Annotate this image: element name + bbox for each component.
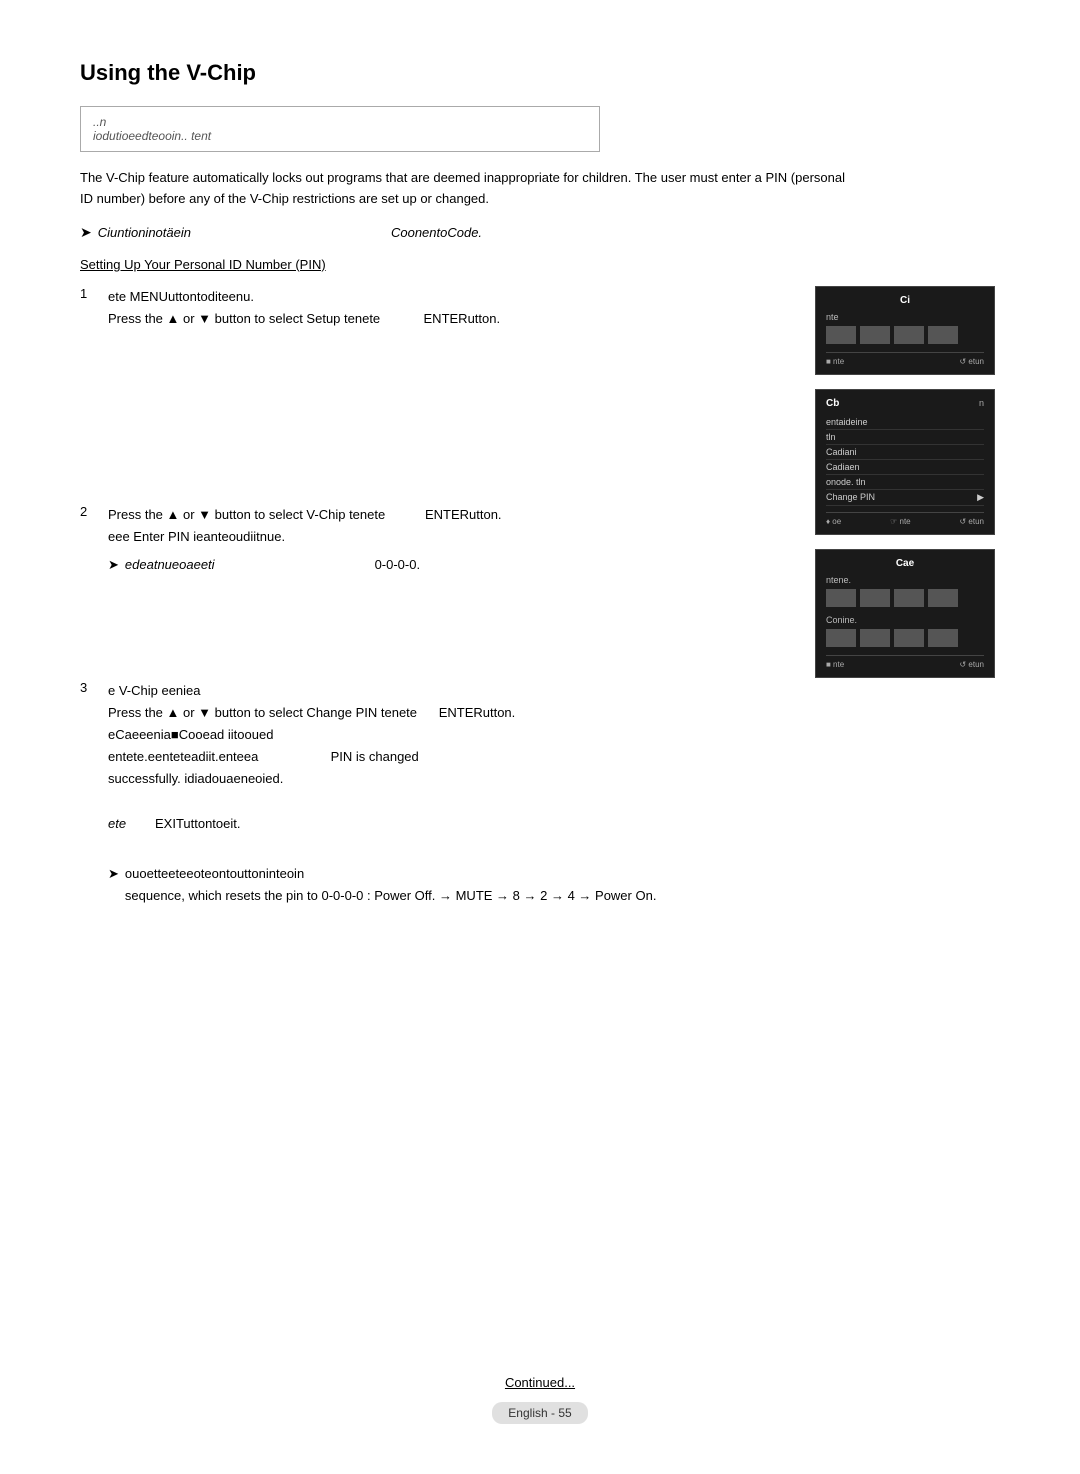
tip1-arrow: ➤ bbox=[80, 224, 92, 241]
step2-number: 2 bbox=[80, 504, 100, 576]
info-line2: iodutioeedteooin.. tent bbox=[93, 129, 587, 143]
pin-confirm-3 bbox=[894, 629, 924, 647]
language-text: English bbox=[508, 1406, 547, 1420]
pin-box-4 bbox=[928, 326, 958, 344]
panel2-footer: ♦ oe ☞ nte ↺ etun bbox=[826, 512, 984, 526]
pin-confirm-4 bbox=[928, 629, 958, 647]
pin-box-2 bbox=[860, 326, 890, 344]
section-title: Setting Up Your Personal ID Number (PIN) bbox=[80, 257, 1000, 272]
step2-tip-right: 0-0-0-0. bbox=[375, 554, 421, 576]
step1-number: 1 bbox=[80, 286, 100, 330]
menu-item-3: Cadiaen bbox=[826, 460, 984, 475]
step3-text5: successfully. idiadouaeneoied. bbox=[108, 768, 1000, 790]
panel-2: Cb n entaideine tln Cadiani Cadiaen onod… bbox=[815, 389, 995, 535]
info-line1: ..n bbox=[93, 115, 587, 129]
step3-text6: ete EXITuttontoeit. bbox=[108, 813, 1000, 835]
pin-new-4 bbox=[928, 589, 958, 607]
language-badge: English - 55 bbox=[492, 1402, 587, 1424]
page-container: Using the V-Chip ..n iodutioeedteooin.. … bbox=[0, 0, 1080, 1011]
panel1-pin-inputs bbox=[826, 326, 984, 344]
menu-item-1: tln bbox=[826, 430, 984, 445]
pin-new-1 bbox=[826, 589, 856, 607]
panel3-enter: ■ nte bbox=[826, 660, 844, 669]
step2-tip-arrow: ➤ bbox=[108, 554, 119, 576]
panel2-move: ♦ oe bbox=[826, 517, 841, 526]
page-footer: Continued... English - 55 bbox=[0, 1375, 1080, 1424]
step3-text3: eCaeeenia■Cooead iitooued bbox=[108, 724, 1000, 746]
pin-box-3 bbox=[894, 326, 924, 344]
panel2-title-right: n bbox=[979, 398, 984, 409]
step2-tip-text: edeatnueoaeeti bbox=[125, 554, 215, 576]
step-3-block: 3 e V-Chip eeniea Press the ▲ or ▼ butto… bbox=[80, 680, 1000, 907]
panel3-confirm-label: Conine. bbox=[826, 615, 984, 625]
page-title: Using the V-Chip bbox=[80, 60, 1000, 86]
step3-text4: entete.eenteteadiit.enteea PIN is change… bbox=[108, 746, 1000, 768]
info-box: ..n iodutioeedteooin.. tent bbox=[80, 106, 600, 152]
panel3-footer: ■ nte ↺ etun bbox=[826, 655, 984, 669]
pin-confirm-1 bbox=[826, 629, 856, 647]
step3-text1: e V-Chip eeniea bbox=[108, 680, 1000, 702]
step3-text2: Press the ▲ or ▼ button to select Change… bbox=[108, 702, 1000, 724]
pin-box-1 bbox=[826, 326, 856, 344]
pin-confirm-2 bbox=[860, 629, 890, 647]
panel1-label: nte bbox=[826, 312, 984, 322]
pin-new-2 bbox=[860, 589, 890, 607]
panel1-enter-btn: ■ nte bbox=[826, 357, 844, 366]
panel3-pin-new bbox=[826, 589, 984, 607]
page-number: 55 bbox=[558, 1406, 571, 1420]
menu-item-0: entaideine bbox=[826, 415, 984, 430]
tip1-text: Ciuntioninotäein bbox=[98, 225, 191, 240]
panel2-enter: ☞ nte bbox=[890, 517, 911, 526]
panel2-header: Cb n bbox=[826, 398, 984, 409]
panel3-return: ↺ etun bbox=[960, 660, 985, 669]
menu-item-2: Cadiani bbox=[826, 445, 984, 460]
panel3-new-label: ntene. bbox=[826, 575, 984, 585]
menu-item-4: onode. tln bbox=[826, 475, 984, 490]
panel1-title: Ci bbox=[826, 295, 984, 306]
description-text: The V-Chip feature automatically locks o… bbox=[80, 168, 860, 210]
panel2-return: ↺ etun bbox=[960, 517, 985, 526]
change-pin-arrow: ▶ bbox=[977, 492, 984, 503]
panel3-title: Cae bbox=[826, 558, 984, 569]
steps-and-panels: 1 ete MENUuttontoditeenu. Press the ▲ or… bbox=[80, 286, 1000, 907]
panel-3: Cae ntene. Conine. ■ nte ↺ etun bbox=[815, 549, 995, 678]
menu-item-change-pin[interactable]: Change PIN ▶ bbox=[826, 490, 984, 506]
panel3-pin-confirm bbox=[826, 629, 984, 647]
continued-link[interactable]: Continued... bbox=[505, 1375, 575, 1390]
step3-tip: ➤ ouoetteeteeoteontouttoninteoin sequenc… bbox=[108, 863, 1000, 907]
change-pin-label: Change PIN bbox=[826, 492, 875, 502]
tip1-right: CoonentoCode. bbox=[391, 225, 482, 240]
panel2-title-left: Cb bbox=[826, 398, 839, 409]
pin-new-3 bbox=[894, 589, 924, 607]
step3-tip-arrow: ➤ bbox=[108, 863, 119, 885]
step3-content: e V-Chip eeniea Press the ▲ or ▼ button … bbox=[108, 680, 1000, 907]
panel-1: Ci nte ■ nte ↺ etun bbox=[815, 286, 995, 375]
step3-number: 3 bbox=[80, 680, 100, 907]
panels-column: Ci nte ■ nte ↺ etun bbox=[815, 286, 1000, 678]
panel1-return-btn: ↺ etun bbox=[960, 357, 985, 366]
panel1-footer: ■ nte ↺ etun bbox=[826, 352, 984, 366]
tip1-line: ➤ Ciuntioninotäein CoonentoCode. bbox=[80, 224, 1000, 241]
step3-tip-content: ouoetteeteeoteontouttoninteoin sequence,… bbox=[125, 863, 657, 907]
